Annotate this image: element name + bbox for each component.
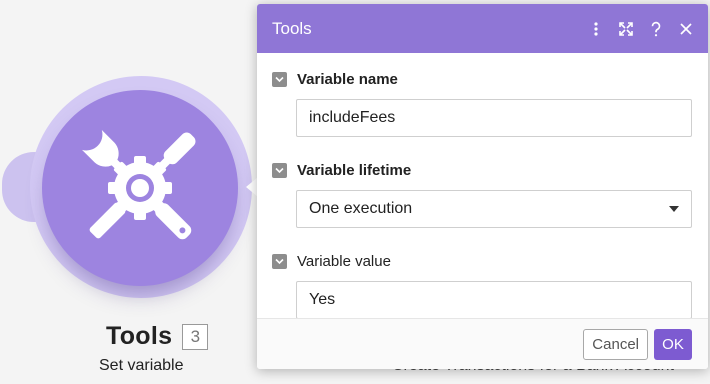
dialog-header-icons: [588, 21, 694, 37]
ok-button[interactable]: OK: [654, 328, 692, 360]
module-subtitle: Set variable: [99, 357, 184, 374]
chevron-down-icon: [275, 76, 284, 82]
field-label: Variable lifetime: [297, 161, 412, 179]
dialog-body: Variable name Variable lifetime One exec…: [257, 53, 708, 319]
module-id-badge: 3: [182, 323, 209, 350]
module-settings-dialog: Tools Variable name includeFees Variable…: [257, 4, 708, 369]
dropdown-caret-icon: [669, 206, 679, 212]
field-label-row: Variable name: [272, 67, 692, 91]
field-variable-lifetime: Variable lifetime One execution: [272, 158, 692, 228]
tools-icon: [82, 130, 196, 240]
chevron-down-icon: [275, 258, 284, 264]
more-vertical-icon[interactable]: [588, 21, 604, 37]
field-checkbox[interactable]: [272, 253, 287, 269]
cancel-button[interactable]: Cancel: [583, 328, 648, 360]
variable-value-input[interactable]: [296, 281, 692, 319]
variable-lifetime-select[interactable]: One execution: [296, 190, 692, 228]
select-value: One execution: [309, 200, 413, 217]
expand-icon[interactable]: [618, 21, 634, 37]
close-icon[interactable]: [678, 21, 694, 37]
module-title: Tools: [106, 322, 173, 350]
field-checkbox[interactable]: [272, 162, 287, 178]
chevron-down-icon: [275, 167, 284, 173]
dialog-footer: Cancel OK: [257, 318, 708, 369]
dialog-header: Tools: [257, 4, 708, 53]
field-variable-name: Variable name: [272, 67, 692, 137]
variable-name-input[interactable]: [296, 99, 692, 137]
field-checkbox[interactable]: [272, 71, 287, 87]
field-label-row: Variable lifetime: [272, 158, 692, 182]
field-variable-value: Variable value: [272, 249, 692, 319]
module-title-row: Tools 3: [106, 322, 209, 351]
field-label-row: Variable value: [272, 249, 692, 273]
field-label: Variable value: [297, 252, 391, 270]
field-label: Variable name: [297, 70, 398, 88]
dialog-title: Tools: [272, 18, 312, 38]
help-icon[interactable]: [648, 21, 664, 37]
